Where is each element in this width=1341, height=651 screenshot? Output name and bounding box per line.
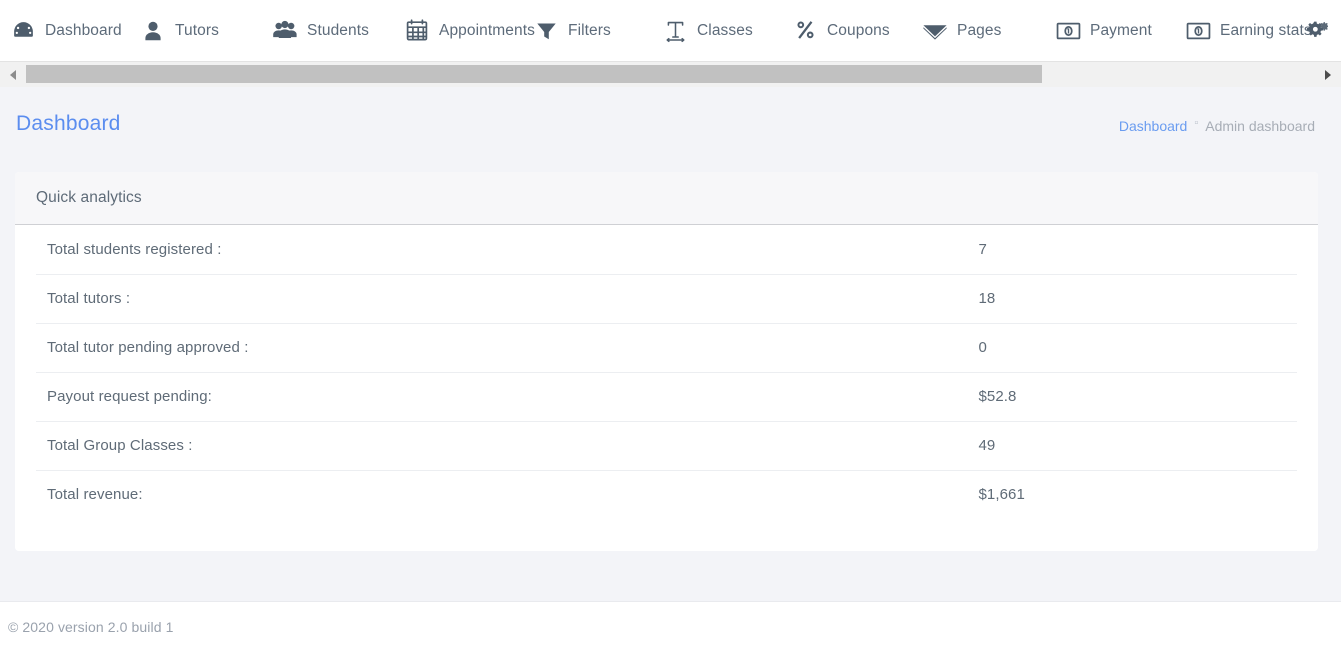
envelope-icon [922,18,948,44]
card-header: Quick analytics [15,172,1318,225]
breadcrumb-current-admin-dashboard: Admin dashboard [1205,118,1315,134]
nav-item-label: Tutors [175,21,219,39]
nav-item-earning-stats[interactable]: Earning stats [1185,0,1312,61]
table-row: Total revenue: $1,661 [36,469,1297,519]
horizontal-scrollbar[interactable] [0,61,1341,87]
nav-item-tutors[interactable]: Tutors [140,0,219,61]
nav-item-label: Dashboard [45,21,122,39]
nav-item-dashboard[interactable]: Dashboard [10,0,122,61]
breadcrumb-link-dashboard[interactable]: Dashboard [1119,118,1188,134]
stat-label: Total tutor pending approved : [36,322,976,372]
horizontal-scrollbar-thumb[interactable] [26,65,1042,83]
nav-item-classes[interactable]: Classes [662,0,753,61]
table-row: Total students registered : 7 [36,225,1297,274]
nav-item-pages[interactable]: Pages [922,0,1001,61]
card-title: Quick analytics [36,189,142,206]
stat-value: 18 [975,273,1297,323]
table-row: Payout request pending: $52.8 [36,371,1297,421]
nav-item-payment[interactable]: Payment [1055,0,1152,61]
banknote-icon [1055,18,1081,44]
stat-label: Total students registered : [47,240,222,258]
nav-item-label: Filters [568,21,611,39]
percent-icon [792,18,818,44]
user-icon [140,18,166,44]
scrollbar-right-arrow-button[interactable] [1315,62,1341,87]
table-row: Total Group Classes :49 [36,420,1297,470]
nav-item-label: Coupons [827,21,890,39]
horizontal-scrollbar-track[interactable] [26,62,1315,87]
nav-item-filters[interactable]: Filters [533,0,611,61]
stat-value: $52.8 [975,371,1297,421]
top-navigation-bar: Dashboard Tutors Students Appointments Filte… [0,0,1341,61]
table-row: Total tutors :18 [36,273,1297,323]
page-content-area: Dashboard Dashboard ▫ Admin dashboard Qu… [0,87,1341,601]
quick-analytics-table: Total students registered :7 Total tutors… [36,225,1297,519]
nav-item-label: Appointments [439,21,535,39]
stat-value: $1,661 [975,469,1297,519]
scrollbar-left-arrow-button[interactable] [0,62,26,87]
page-footer: © 2020 version 2.0 build 1 [0,601,1341,651]
gears-icon [1303,18,1329,44]
stat-label: Total tutors : [36,273,976,323]
stat-value: 49 [975,420,1297,470]
nav-item-label: Pages [957,21,1002,39]
funnel-icon [533,18,559,44]
stat-label: Payout request pending: [36,371,976,421]
users-group-icon [272,18,298,44]
nav-item-appointments[interactable]: Appointments [404,0,535,61]
table-row: Total tutor pending approved :0 [36,322,1297,372]
stat-value: 7 [978,240,987,258]
card-body: Total students registered :7 Total tutors… [15,225,1318,551]
breadcrumb: Dashboard ▫ Admin dashboard [1119,116,1315,134]
nav-item-coupons[interactable]: Coupons [792,0,890,61]
speedometer-icon [10,18,36,44]
calendar-icon [404,18,430,44]
nav-item-label: Students [307,21,369,39]
chevron-right-icon [1325,69,1331,80]
text-t-icon [662,18,688,44]
nav-item-students[interactable]: Students [272,0,369,61]
quick-analytics-card: Quick analytics Total students registere… [15,172,1318,551]
page-header: Dashboard Dashboard ▫ Admin dashboard [0,112,1341,156]
stat-label: Total revenue: [36,469,976,519]
nav-item-label: Payment [1090,21,1152,39]
settings-gear-button[interactable] [1297,0,1335,61]
stat-label: Total Group Classes : [36,420,976,470]
footer-copyright-text: © 2020 version 2.0 build 1 [8,618,174,635]
breadcrumb-separator-icon: ▫ [1194,116,1199,129]
banknote-icon [1185,18,1211,44]
stat-value: 0 [975,322,1297,372]
nav-item-label: Classes [697,21,753,39]
chevron-left-icon [10,69,16,80]
page-title: Dashboard [16,112,121,135]
